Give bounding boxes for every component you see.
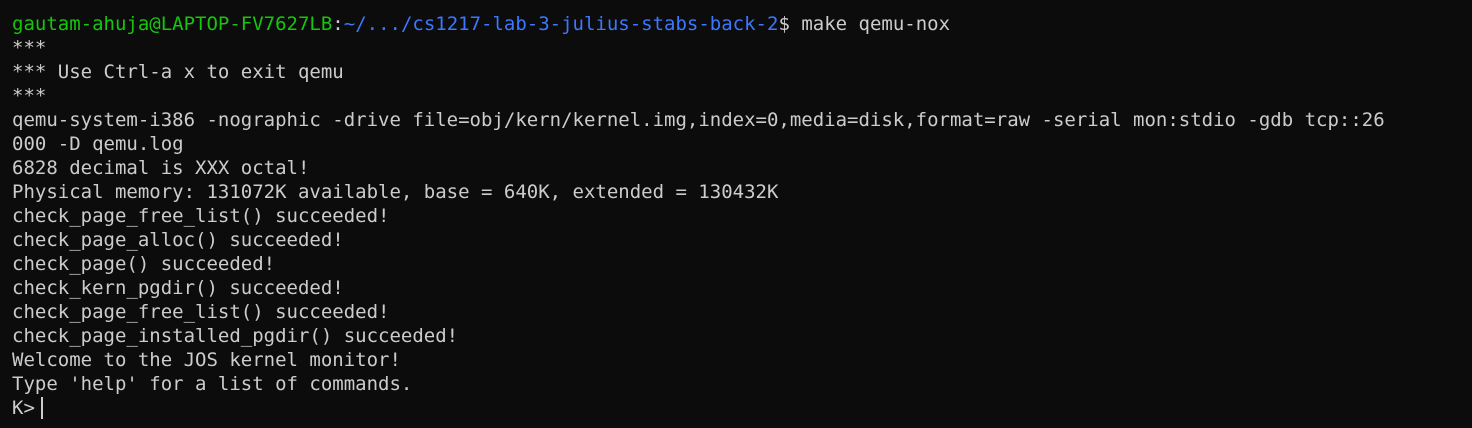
output-line: Type 'help' for a list of commands.: [12, 373, 413, 395]
scrollbar[interactable]: [1460, 0, 1472, 428]
output-line: check_kern_pgdir() succeeded!: [12, 277, 344, 299]
output-line: check_page_alloc() succeeded!: [12, 229, 344, 251]
output-line: Welcome to the JOS kernel monitor!: [12, 349, 401, 371]
output-line: qemu-system-i386 -nographic -drive file=…: [12, 109, 1385, 131]
output-line: 000 -D qemu.log: [12, 133, 184, 155]
output-line: ***: [12, 85, 47, 107]
output-line: ***: [12, 37, 47, 59]
prompt-path: ~/.../cs1217-lab-3-julius-stabs-back-2: [343, 13, 779, 35]
prompt-dollar: $: [778, 13, 790, 35]
prompt-user-host: gautam-ahuja@LAPTOP-FV7627LB: [12, 13, 333, 35]
terminal-window[interactable]: gautam-ahuja@LAPTOP-FV7627LB:~/.../cs121…: [0, 0, 1472, 428]
prompt-separator: :: [332, 13, 344, 35]
output-line: check_page_free_list() succeeded!: [12, 301, 390, 323]
output-line: check_page() succeeded!: [12, 253, 276, 275]
shell-prompt-line: gautam-ahuja@LAPTOP-FV7627LB:~/.../cs121…: [12, 12, 1472, 36]
monitor-prompt: K>: [12, 397, 35, 419]
output-line: check_page_installed_pgdir() succeeded!: [12, 325, 459, 347]
output-line: Physical memory: 131072K available, base…: [12, 181, 779, 203]
monitor-input-line[interactable]: K>: [12, 396, 1472, 420]
text-cursor: [40, 397, 43, 419]
output-line: 6828 decimal is XXX octal!: [12, 157, 310, 179]
output-line: check_page_free_list() succeeded!: [12, 205, 390, 227]
output-line: *** Use Ctrl-a x to exit qemu: [12, 61, 344, 83]
entered-command: make qemu-nox: [789, 13, 951, 35]
